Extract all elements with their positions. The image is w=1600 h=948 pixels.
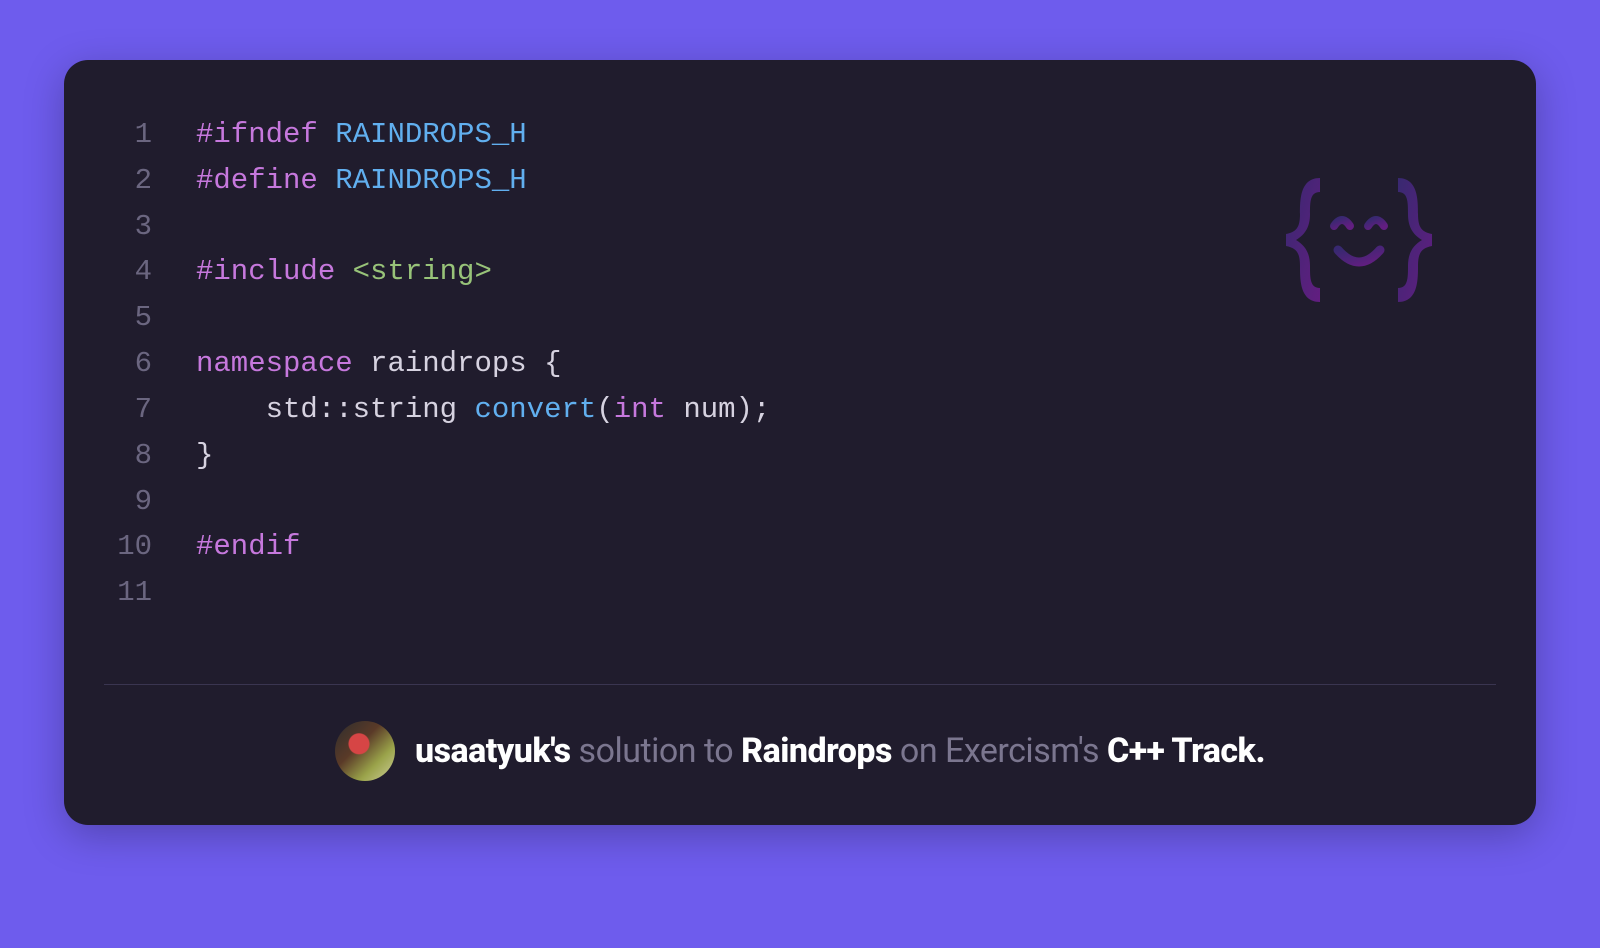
solution-caption: usaatyuk's solution to Raindrops on Exer… xyxy=(415,731,1265,771)
line-number: 5 xyxy=(104,295,196,341)
exercism-logo xyxy=(1282,170,1436,310)
line-number: 8 xyxy=(104,433,196,479)
line-content: #ifndef RAINDROPS_H xyxy=(196,112,527,158)
line-number: 1 xyxy=(104,112,196,158)
line-number: 2 xyxy=(104,158,196,204)
solution-card: 1#ifndef RAINDROPS_H2#define RAINDROPS_H… xyxy=(64,60,1536,825)
username: usaatyuk's xyxy=(415,731,571,771)
line-content: namespace raindrops { xyxy=(196,341,561,387)
code-line: 8} xyxy=(104,433,1496,479)
solution-footer: usaatyuk's solution to Raindrops on Exer… xyxy=(64,685,1536,825)
code-line: 10#endif xyxy=(104,524,1496,570)
code-line: 11 xyxy=(104,570,1496,616)
caption-text-1: solution to xyxy=(571,731,742,771)
code-line: 1#ifndef RAINDROPS_H xyxy=(104,112,1496,158)
code-block: 1#ifndef RAINDROPS_H2#define RAINDROPS_H… xyxy=(64,60,1536,684)
line-content: #include <string> xyxy=(196,249,492,295)
line-number: 10 xyxy=(104,524,196,570)
code-line: 6namespace raindrops { xyxy=(104,341,1496,387)
line-number: 6 xyxy=(104,341,196,387)
line-number: 9 xyxy=(104,479,196,525)
exercise-name: Raindrops xyxy=(741,731,892,771)
user-avatar xyxy=(335,721,395,781)
line-number: 11 xyxy=(104,570,196,616)
line-number: 3 xyxy=(104,204,196,250)
line-content: } xyxy=(196,433,213,479)
line-number: 4 xyxy=(104,249,196,295)
line-number: 7 xyxy=(104,387,196,433)
line-content: #define RAINDROPS_H xyxy=(196,158,527,204)
line-content: std::string convert(int num); xyxy=(196,387,770,433)
track-name: C++ Track. xyxy=(1107,731,1265,771)
code-line: 7 std::string convert(int num); xyxy=(104,387,1496,433)
code-line: 9 xyxy=(104,479,1496,525)
caption-text-2: on Exercism's xyxy=(892,731,1107,771)
line-content: #endif xyxy=(196,524,300,570)
